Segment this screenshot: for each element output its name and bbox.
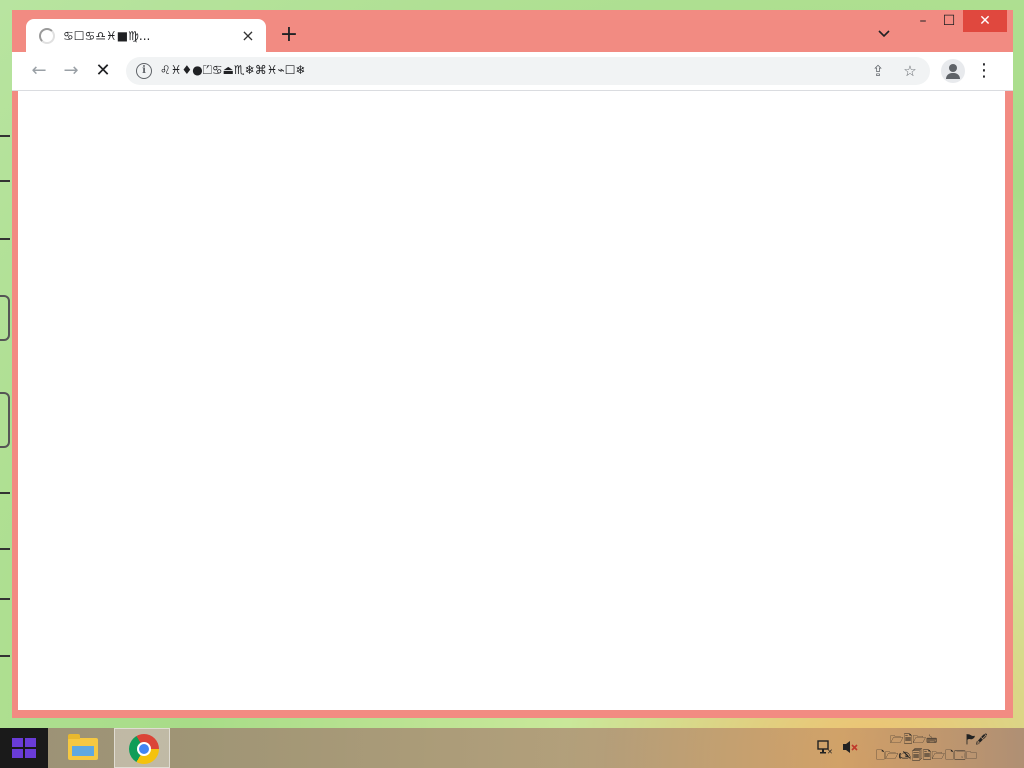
desktop-decoration: [0, 598, 10, 600]
stop-loading-button[interactable]: ✕: [90, 58, 116, 84]
tab-title: ♋☐♋♎♓■♍...: [63, 28, 151, 43]
desktop-decoration: [0, 492, 10, 494]
start-button[interactable]: [0, 728, 48, 768]
back-button[interactable]: ←: [26, 58, 52, 84]
loading-spinner-icon: [39, 27, 55, 44]
tab-strip: ♋☐♋♎♓■♍... × + – ☐ ✕: [12, 10, 1013, 52]
page-content-area[interactable]: [18, 91, 1005, 710]
url-text[interactable]: ♌♓♦●⏍♋⏏♏❄⌘♓⌁☐❄: [160, 63, 306, 78]
desktop-decoration: [0, 655, 10, 657]
folder-icon: [68, 734, 98, 760]
volume-muted-icon[interactable]: [841, 739, 859, 760]
taskbar: ✕ 🗁🗎🗁🖮 🏲🖋 🗋🗁🖎🗐🗎🗁🗋🗔🗀: [0, 728, 1024, 768]
desktop-decoration: [0, 180, 10, 182]
desktop-decoration: [0, 392, 10, 448]
tab-search-chevron-icon[interactable]: [875, 25, 893, 43]
browser-tab[interactable]: ♋☐♋♎♓■♍... ×: [26, 19, 266, 52]
maximize-button[interactable]: ☐: [934, 10, 964, 32]
close-window-button[interactable]: ✕: [963, 10, 1007, 32]
address-bar[interactable]: i ♌♓♦●⏍♋⏏♏❄⌘♓⌁☐❄ ⇪ ☆: [126, 57, 930, 85]
desktop-decoration: [0, 548, 10, 550]
site-info-icon[interactable]: i: [136, 63, 152, 79]
profile-avatar-icon[interactable]: [941, 59, 965, 83]
bookmark-star-icon[interactable]: ☆: [900, 61, 920, 81]
desktop-decoration: [0, 238, 10, 240]
network-icon[interactable]: ✕: [817, 739, 833, 760]
browser-toolbar: ← → ✕ i ♌♓♦●⏍♋⏏♏❄⌘♓⌁☐❄ ⇪ ☆ ⋮: [12, 52, 1013, 91]
desktop-decoration: [0, 295, 10, 341]
taskbar-file-explorer[interactable]: [52, 728, 108, 768]
browser-window: ♋☐♋♎♓■♍... × + – ☐ ✕ ← → ✕ i ♌♓♦●⏍♋⏏♏❄⌘♓…: [12, 10, 1013, 718]
share-icon[interactable]: ⇪: [868, 61, 888, 81]
tab-close-icon[interactable]: ×: [240, 27, 256, 44]
clock-date: 🗋🗁🖎🗐🗎🗁🗋🗔🗀: [876, 749, 977, 762]
taskbar-chrome[interactable]: [114, 728, 170, 768]
new-tab-button[interactable]: +: [278, 24, 300, 46]
clock-time: 🗁🗎🗁🖮: [890, 733, 938, 746]
chrome-icon: [129, 734, 159, 764]
svg-text:✕: ✕: [827, 748, 833, 755]
windows-logo-icon: [12, 738, 36, 758]
browser-menu-button[interactable]: ⋮: [971, 58, 997, 84]
forward-button[interactable]: →: [58, 58, 84, 84]
clock-time-suffix: 🏲🖋: [966, 733, 988, 746]
desktop-decoration: [0, 135, 10, 137]
